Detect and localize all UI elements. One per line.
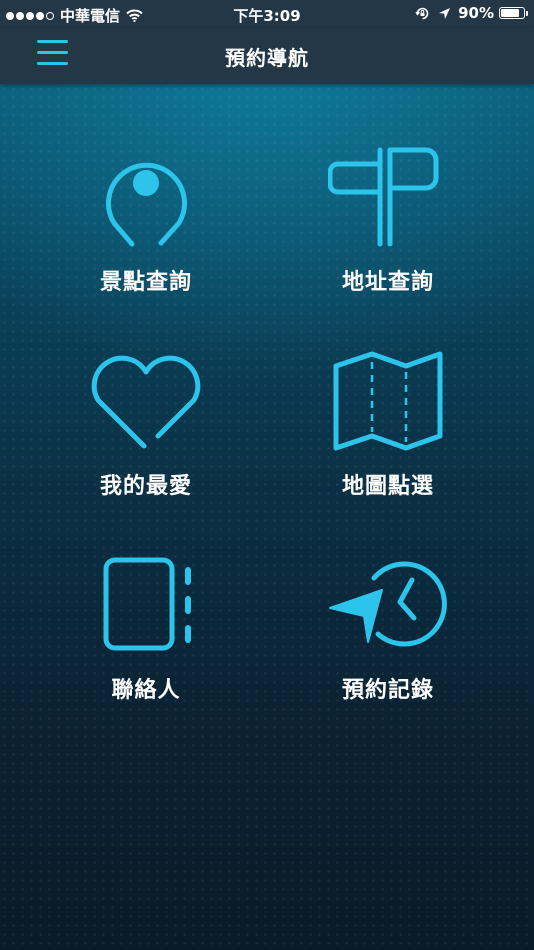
menu-tile-label: 聯絡人 [111,678,181,703]
battery-level [501,9,519,17]
menu-tile-label: 地圖點選 [341,474,434,499]
app-screen: 中華電信 下午3:09 90% 預約導航 景點查詢 地址查詢 我的最愛 地圖點選… [0,0,534,950]
signpost-icon [328,147,439,247]
location-arrow-icon [439,7,451,19]
navigation-bar: 預約導航 [0,28,534,84]
map-pin-icon [106,162,187,247]
battery-icon [499,7,525,19]
folded-map-icon [333,351,443,451]
menu-tile-label: 景點查詢 [99,270,192,295]
history-clock-icon [329,561,447,647]
menu-tile-label: 預約記錄 [341,678,434,703]
menu-tile-map-select[interactable]: 地圖點選 [288,342,488,522]
menu-tile-reservation-history[interactable]: 預約記錄 [288,546,488,726]
contacts-icon [103,557,191,651]
menu-tile-label: 我的最愛 [99,474,192,499]
battery-tip [526,10,528,16]
status-bar: 中華電信 下午3:09 90% [0,0,534,28]
battery-percent: 90% [458,4,494,22]
status-right: 90% [415,4,528,22]
menu-tile-attraction-search[interactable]: 景點查詢 [46,138,246,318]
rotation-lock-icon [415,7,429,19]
heart-icon [91,355,201,449]
menu-tile-label: 地址查詢 [341,270,434,295]
page-title: 預約導航 [225,46,309,70]
menu-tile-address-search[interactable]: 地址查詢 [288,138,488,318]
menu-tile-contacts[interactable]: 聯絡人 [46,546,246,726]
menu-tile-favorites[interactable]: 我的最愛 [46,342,246,522]
